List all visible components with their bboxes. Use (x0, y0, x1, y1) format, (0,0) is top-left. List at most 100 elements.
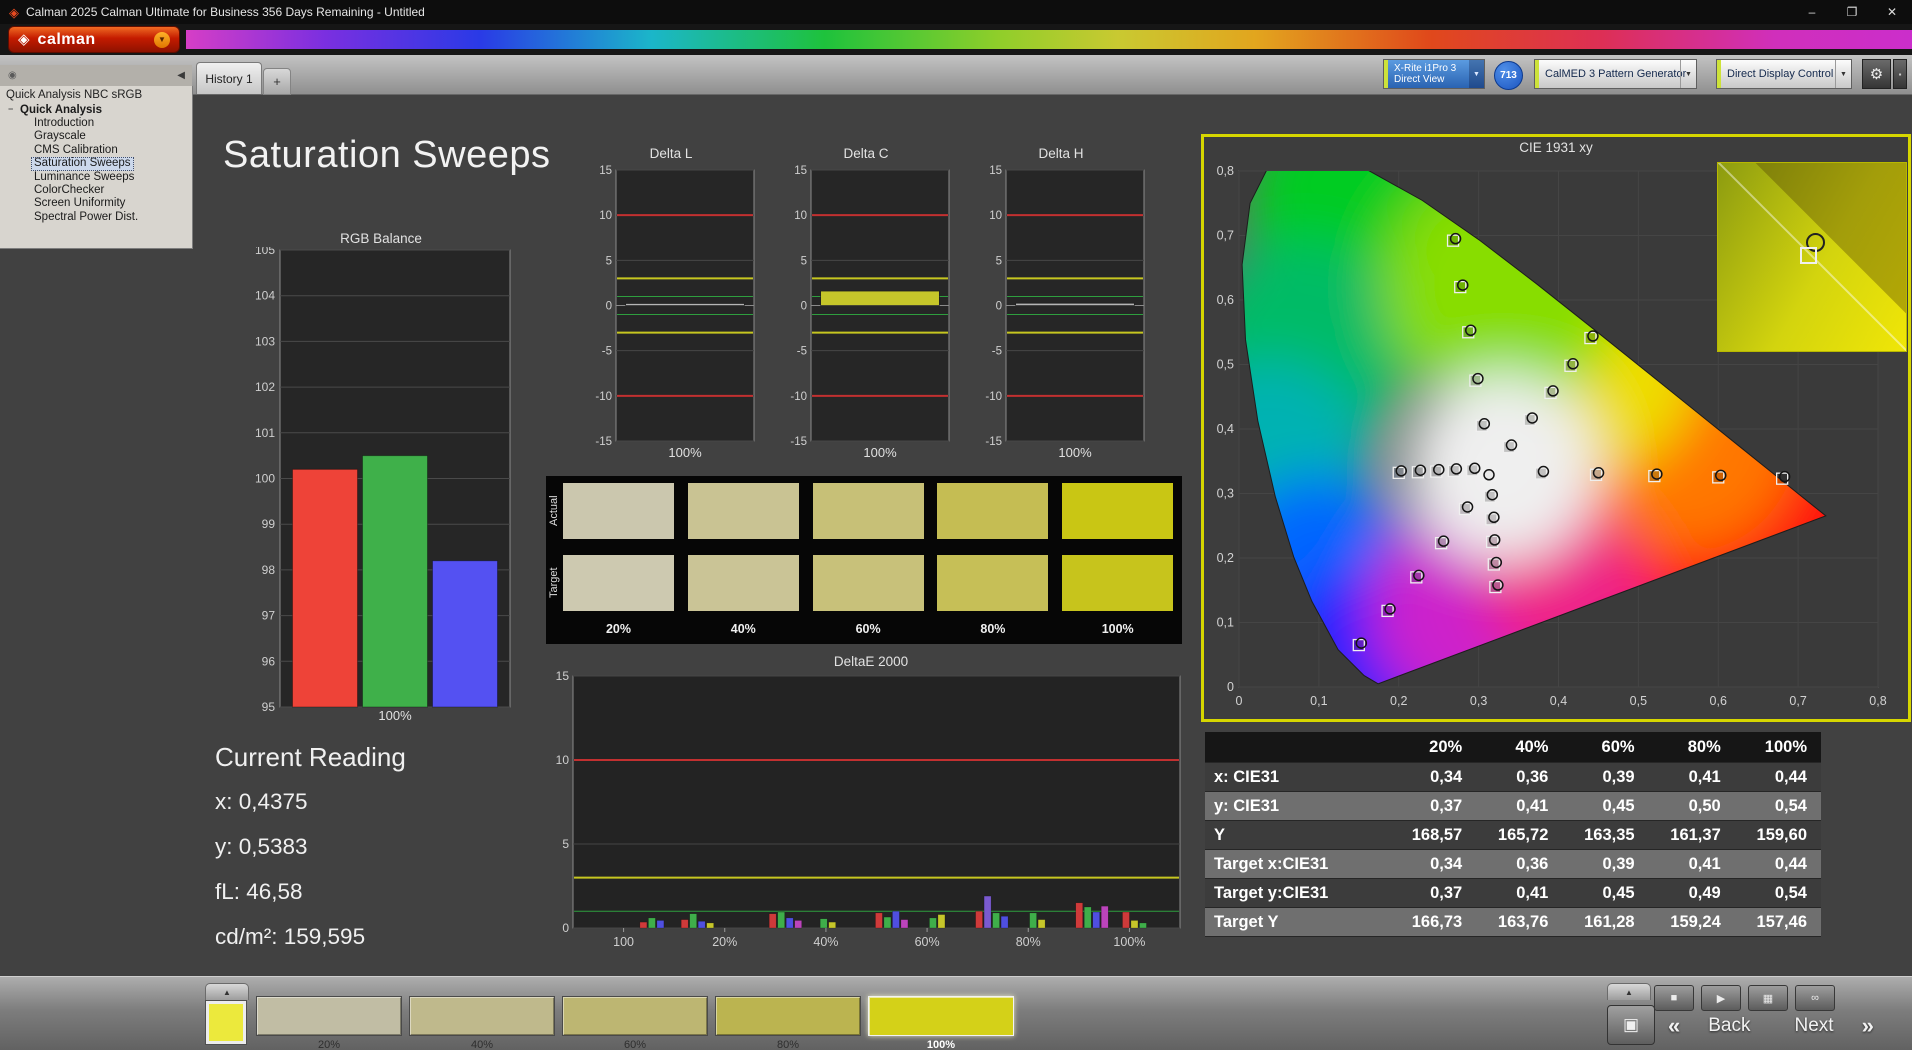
workflow-tree-root[interactable]: − Quick Analysis (0, 103, 192, 117)
svg-text:100%: 100% (1113, 935, 1145, 949)
sidebar-item-colorchecker[interactable]: ColorChecker (31, 184, 107, 197)
calman-logo-text: calman (37, 30, 96, 48)
cie-1931-chart: 0 0 0,1 0,1 0,2 0,2 0,3 0,3 0,4 0,4 0,5 0,5 0,6 0,6 0,… (1201, 134, 1911, 722)
svg-text:0,3: 0,3 (1217, 487, 1234, 501)
stop-button[interactable]: ■ (1654, 985, 1694, 1011)
saturation-swatch-button-60%[interactable]: 60% (562, 996, 708, 1050)
svg-text:20%: 20% (712, 935, 737, 949)
table-row: Target Y 166,73 163,76 161,28 159,24 157,46 (1205, 907, 1821, 937)
reference-patch (209, 1004, 243, 1041)
meter-mode: Direct View (1394, 74, 1445, 85)
patch-panel-expand-button[interactable]: ▲ (205, 983, 249, 1000)
add-tab-button[interactable]: + (263, 68, 291, 95)
sidebar-item-screen-uniformity[interactable]: Screen Uniformity (31, 197, 128, 210)
calman-menu-button[interactable]: ◈ calman ▼ (8, 26, 180, 53)
tab-history-1[interactable]: History 1 (196, 62, 262, 94)
maximize-button[interactable]: ❐ (1832, 0, 1872, 24)
reading-x: x: 0,4375 (215, 789, 308, 814)
play-button[interactable]: ▶ (1701, 985, 1741, 1011)
saturation-swatch-color (256, 996, 402, 1036)
app-menu-icon[interactable]: ◈ (9, 6, 19, 19)
sidebar-item-saturation-sweeps[interactable]: Saturation Sweeps (31, 157, 134, 171)
saturation-swatch-color (868, 996, 1014, 1036)
saturation-swatch-color (562, 996, 708, 1036)
pattern-generator-label: CalMED 3 Pattern Generator (1545, 68, 1687, 80)
svg-text:0: 0 (1227, 680, 1234, 694)
logo-bar: ◈ calman ▼ (0, 24, 1912, 55)
svg-text:0: 0 (562, 921, 569, 935)
saturation-swatch-button-100%[interactable]: 100% (868, 996, 1014, 1050)
panel-edge-icon: ▪ (1898, 69, 1902, 79)
settings-button[interactable]: ⚙ (1862, 59, 1891, 89)
sidebar-item-spectral-power-dist-[interactable]: Spectral Power Dist. (31, 211, 141, 224)
save-button[interactable]: ▦ (1748, 985, 1788, 1011)
svg-text:0,8: 0,8 (1217, 164, 1234, 178)
next-button[interactable]: Next (1773, 1015, 1856, 1037)
svg-text:100%: 100% (1058, 445, 1092, 460)
sidebar-item-luminance-sweeps[interactable]: Luminance Sweeps (31, 171, 137, 184)
stop-icon: ■ (1670, 992, 1678, 1004)
current-reading-title: Current Reading (215, 742, 406, 772)
table-cell: 0,50 (1648, 791, 1735, 821)
minimize-button[interactable]: – (1792, 0, 1832, 24)
cie-1931-title: CIE 1931 xy (1519, 140, 1593, 155)
up-arrow-icon: ▲ (1625, 987, 1633, 997)
tree-expander-icon[interactable]: − (8, 104, 13, 114)
table-cell: 163,35 (1562, 820, 1649, 850)
deltae-2000-title: DeltaE 2000 (833, 654, 909, 669)
last-page-button[interactable]: » (1856, 1013, 1880, 1039)
deltae-2000-plot: 0 5 10 15 100 20% 40% 60% 80% 100% (556, 670, 1181, 949)
delta-h-plot: 15 10 5 0 -5 -10 -15 100% (985, 165, 1145, 460)
pattern-generator-dropdown[interactable]: CalMED 3 Pattern Generator ▼ (1534, 59, 1697, 89)
table-cell: 168,57 (1390, 820, 1477, 850)
sidebar-item-cms-calibration[interactable]: CMS Calibration (31, 144, 121, 157)
saturation-swatch-color (715, 996, 861, 1036)
svg-text:15: 15 (556, 670, 570, 683)
svg-text:-5: -5 (602, 346, 612, 358)
swatch-column-label-20%: 20% (605, 622, 632, 636)
svg-text:15: 15 (794, 165, 807, 177)
saturation-swatch-button-40%[interactable]: 40% (409, 996, 555, 1050)
svg-text:5: 5 (801, 255, 807, 267)
delta-c-plot: 15 10 5 0 -5 -10 -15 100% (790, 165, 950, 460)
delta-l-plot: 15 10 5 0 -5 -10 -15 100% (595, 165, 755, 460)
table-row-label: Target x:CIE31 (1205, 849, 1390, 879)
reading-fl: fL: 46,58 (215, 879, 303, 904)
link-button[interactable]: ∞ (1795, 985, 1835, 1011)
display-control-label: Direct Display Control (1727, 68, 1834, 80)
collapse-sidebar-button[interactable]: ◀ (177, 70, 185, 81)
svg-text:80%: 80% (1016, 935, 1041, 949)
saturation-level-selector: 20% 40% 60% 80% 100% (256, 996, 1014, 1050)
back-button[interactable]: Back (1686, 1015, 1772, 1037)
table-cell: 0,44 (1734, 762, 1821, 792)
actual-swatch-40% (687, 483, 799, 539)
reading-cdm2: cd/m²: 159,595 (215, 924, 366, 949)
saturation-swatch-button-20%[interactable]: 20% (256, 996, 402, 1050)
transport-expand-button[interactable]: ▲ (1607, 983, 1651, 1000)
deltae-2000-chart: DeltaE 2000 0 5 10 15 100 20% 40% 60% 80% 100% (555, 654, 1187, 960)
gear-icon: ⚙ (1869, 66, 1884, 83)
svg-text:0: 0 (606, 301, 612, 313)
play-icon: ▶ (1716, 992, 1726, 1005)
svg-text:0,5: 0,5 (1630, 694, 1647, 708)
delta-h-title: Delta H (1038, 146, 1084, 161)
meter-dropdown[interactable]: X-Rite i1Pro 3 Direct View ▼ (1383, 59, 1485, 89)
calman-app-window: ◈ Calman 2025 Calman Ultimate for Busine… (0, 0, 1912, 1050)
calman-menu-caret-icon: ▼ (154, 31, 170, 48)
close-button[interactable]: ✕ (1872, 0, 1912, 24)
sidebar-item-introduction[interactable]: Introduction (31, 117, 97, 130)
sidebar-item-grayscale[interactable]: Grayscale (31, 130, 89, 143)
display-control-dropdown[interactable]: Direct Display Control ▼ (1716, 59, 1852, 89)
reading-y: y: 0,5383 (215, 834, 308, 859)
svg-text:0,1: 0,1 (1217, 616, 1234, 630)
workflow-navigation: « Back Next » (1662, 1013, 1880, 1039)
pattern-window-button[interactable]: ▣ (1607, 1005, 1655, 1045)
svg-text:5: 5 (606, 255, 612, 267)
svg-text:0,6: 0,6 (1217, 293, 1234, 307)
workflow-options-icon[interactable]: ◉ (8, 70, 17, 81)
panel-edge-button[interactable]: ▪ (1893, 59, 1907, 89)
svg-text:15: 15 (989, 165, 1002, 177)
saturation-swatch-button-80%[interactable]: 80% (715, 996, 861, 1050)
first-page-button[interactable]: « (1662, 1013, 1686, 1039)
table-cell: 0,54 (1734, 878, 1821, 908)
